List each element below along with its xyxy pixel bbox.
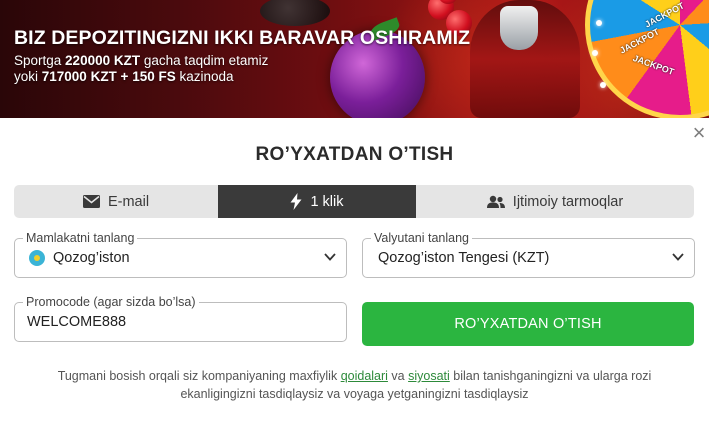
close-icon[interactable]: × (689, 122, 709, 144)
users-icon (486, 195, 505, 208)
register-button[interactable]: RO’YXATDAN O’TISH (362, 302, 694, 346)
country-select-value: Qozog’iston (53, 250, 130, 266)
tab-social-label: Ijtimoiy tarmoqlar (512, 193, 624, 210)
tab-social[interactable]: Ijtimoiy tarmoqlar (416, 185, 694, 218)
tab-email-label: E-mail (107, 193, 150, 210)
promo-banner[interactable]: JACKPOT JACKPOT JACKPOT BIZ DEPOZITINGIZ… (0, 0, 709, 118)
banner-casino-offer: yoki 717000 KZT + 150 FS kazinoda (14, 69, 234, 84)
envelope-icon (82, 195, 100, 208)
chevron-down-icon (324, 253, 336, 261)
modal-title: RO’YXATDAN O’TISH (255, 144, 454, 165)
registration-tabs: E-mail 1 klik Ijtimoiy tarmoqlar (14, 185, 694, 218)
chevron-down-icon (672, 253, 684, 261)
wheel-bulb (600, 82, 606, 88)
promocode-value: WELCOME888 (27, 314, 127, 330)
tab-one-click[interactable]: 1 klik (218, 185, 416, 218)
banner-title: BIZ DEPOZITINGIZNI IKKI BARAVAR OSHIRAMI… (14, 27, 471, 49)
currency-select[interactable]: Valyutani tanlang Qozog’iston Tengesi (K… (362, 230, 695, 278)
terms-text: Tugmani bosish orqali siz kompaniyaning … (57, 369, 652, 401)
promocode-input[interactable]: Promocode (agar sizda bo’lsa) WELCOME888 (14, 294, 347, 342)
kazakhstan-flag-icon (29, 250, 45, 266)
tab-one-click-label: 1 klik (310, 193, 344, 210)
wheel-bulb (592, 50, 598, 56)
policy-link[interactable]: siyosati (408, 369, 450, 383)
banner-sport-offer: Sportga 220000 KZT gacha taqdim etamiz (14, 53, 269, 68)
trophy-image (500, 6, 538, 50)
tab-email[interactable]: E-mail (14, 185, 218, 218)
currency-select-value: Qozog’iston Tengesi (KZT) (378, 250, 550, 266)
country-select[interactable]: Mamlakatni tanlang Qozog’iston (14, 230, 347, 278)
rules-link[interactable]: qoidalari (341, 369, 388, 383)
ball-image (260, 0, 330, 26)
wheel-bulb (596, 20, 602, 26)
lightning-icon (290, 193, 302, 210)
